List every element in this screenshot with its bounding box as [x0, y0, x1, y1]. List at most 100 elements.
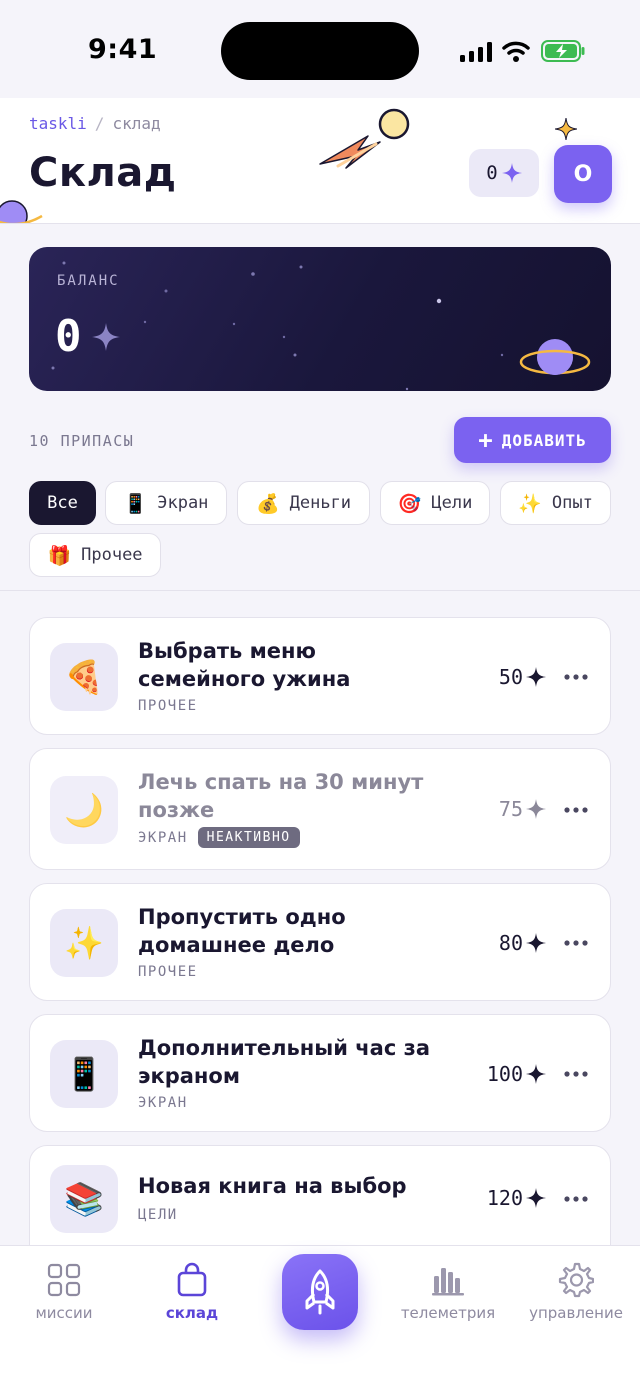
shopping-bag-icon: [177, 1262, 207, 1297]
filter-label: Деньги: [289, 493, 352, 513]
sparkles-icon: ✨: [518, 492, 542, 515]
price-value: 50: [498, 665, 523, 689]
nav-warehouse[interactable]: склад: [128, 1262, 256, 1322]
gear-icon: [558, 1262, 594, 1298]
more-options-icon[interactable]: [564, 1071, 588, 1077]
plus-icon: +: [478, 426, 494, 454]
balance-card: БАЛАНС 0: [29, 247, 611, 391]
filter-screen[interactable]: 📱 Экран: [105, 481, 227, 525]
add-button-label: ДОБАВИТЬ: [501, 430, 587, 450]
launch-rocket-button[interactable]: [282, 1254, 358, 1330]
balance-chip-value: 0: [486, 162, 498, 184]
battery-icon: [541, 40, 585, 62]
breadcrumb: taskli / склад: [29, 114, 161, 133]
nav-label: миссии: [35, 1304, 93, 1322]
star-icon: [501, 163, 522, 183]
grid-icon: [47, 1263, 81, 1297]
gift-icon: 🎁: [47, 544, 72, 567]
category-label: ПРОЧЕЕ: [138, 964, 198, 980]
supply-item-title: Лечь спать на 30 минут позже: [138, 770, 424, 822]
supply-item[interactable]: 🍕 Выбрать меню семейного ужина ПРОЧЕЕ 50: [29, 617, 611, 735]
category-label: ПРОЧЕЕ: [138, 698, 198, 714]
star-icon: [526, 667, 546, 687]
supply-item-price: 75: [499, 797, 546, 821]
category-label: ЦЕЛИ: [138, 1207, 178, 1223]
supply-item-category: ЦЕЛИ: [138, 1207, 178, 1223]
supply-item[interactable]: 🌙 Лечь спать на 30 минут позже ЭКРАН НЕА…: [29, 748, 611, 870]
supply-item[interactable]: 📱 Дополнительный час за экраном ЭКРАН 10…: [29, 1014, 611, 1132]
star-icon: [526, 1188, 546, 1208]
rocket-icon: [305, 1269, 335, 1315]
supply-item-title: Новая книга на выбор: [138, 1174, 407, 1198]
balance-label: БАЛАНС: [57, 273, 120, 289]
money-bag-icon: 💰: [255, 492, 280, 515]
star-icon: [526, 1064, 546, 1084]
star-icon: [91, 322, 120, 351]
more-options-icon[interactable]: [564, 807, 588, 813]
page-header: taskli / склад Склад 0 O: [0, 98, 640, 224]
comet-illustration: [319, 108, 410, 169]
filter-other[interactable]: 🎁 Прочее: [29, 533, 161, 577]
supply-item-category: ЭКРАН НЕАКТИВНО: [138, 827, 300, 848]
breadcrumb-current: склад: [112, 114, 161, 133]
status-time: 9:41: [88, 34, 158, 65]
nav-label: управление: [529, 1304, 623, 1322]
supply-item-price: 80: [499, 931, 546, 955]
filter-label: Цели: [431, 493, 473, 513]
nav-management[interactable]: управление: [512, 1262, 640, 1322]
price-value: 120: [486, 1186, 523, 1210]
nav-label: склад: [165, 1304, 219, 1322]
supply-item-category: ПРОЧЕЕ: [138, 964, 198, 980]
status-bar: 9:41: [0, 0, 640, 98]
inactive-badge: НЕАКТИВНО: [197, 827, 300, 848]
more-options-icon[interactable]: [564, 940, 588, 946]
nav-label: телеметрия: [400, 1304, 496, 1322]
signal-icon: [460, 42, 492, 62]
phone-icon: 📱: [50, 1040, 118, 1108]
star-icon: [526, 933, 546, 953]
planet-illustration: [519, 339, 591, 375]
supply-item-category: ЭКРАН: [138, 1095, 188, 1111]
supply-item-title: Пропустить одно домашнее дело: [138, 905, 346, 957]
filter-label: Прочее: [81, 545, 143, 565]
moon-icon: 🌙: [50, 776, 118, 844]
dynamic-island: [221, 22, 419, 80]
star-icon: [526, 799, 546, 819]
supply-item-title: Выбрать меню семейного ужина: [138, 639, 351, 691]
balance-amount: 0: [55, 311, 82, 362]
supply-item-price: 100: [487, 1062, 546, 1086]
filter-money[interactable]: 💰 Деньги: [237, 481, 370, 525]
balance-chip[interactable]: 0: [469, 149, 539, 197]
add-supply-button[interactable]: + ДОБАВИТЬ: [454, 417, 611, 463]
books-icon: 📚: [50, 1165, 118, 1233]
balance-value: 0: [55, 311, 120, 362]
page-title: Склад: [29, 150, 177, 196]
supplies-count: 10 ПРИПАСЫ: [29, 432, 135, 450]
sparkles-icon: ✨: [50, 909, 118, 977]
supply-item-price: 120: [487, 1186, 546, 1210]
filter-label: Экран: [157, 493, 209, 513]
nav-missions[interactable]: миссии: [0, 1262, 128, 1322]
filter-all[interactable]: Все: [29, 481, 96, 525]
category-label: ЭКРАН: [138, 829, 188, 846]
nav-telemetry[interactable]: телеметрия: [384, 1262, 512, 1322]
target-icon: 🎯: [397, 492, 422, 515]
planet-illustration: [0, 200, 43, 223]
filter-experience[interactable]: ✨ Опыт: [500, 481, 611, 525]
filter-goals[interactable]: 🎯 Цели: [380, 481, 490, 525]
breadcrumb-separator: /: [94, 114, 105, 133]
user-avatar-button[interactable]: O: [554, 145, 612, 203]
filter-label: Опыт: [551, 493, 593, 513]
supply-item-price: 50: [499, 665, 546, 689]
pizza-icon: 🍕: [50, 643, 118, 711]
bar-chart-icon: [432, 1268, 464, 1296]
supply-item[interactable]: ✨ Пропустить одно домашнее дело ПРОЧЕЕ 8…: [29, 883, 611, 1001]
bottom-navigation: миссии склад телеметрия управление: [0, 1245, 640, 1391]
breadcrumb-root-link[interactable]: taskli: [29, 114, 87, 133]
supply-item-category: ПРОЧЕЕ: [138, 698, 198, 714]
avatar-initial: O: [573, 161, 593, 187]
sparkle-icon: [555, 118, 577, 140]
more-options-icon[interactable]: [564, 674, 588, 680]
more-options-icon[interactable]: [564, 1196, 588, 1202]
category-label: ЭКРАН: [138, 1095, 188, 1111]
